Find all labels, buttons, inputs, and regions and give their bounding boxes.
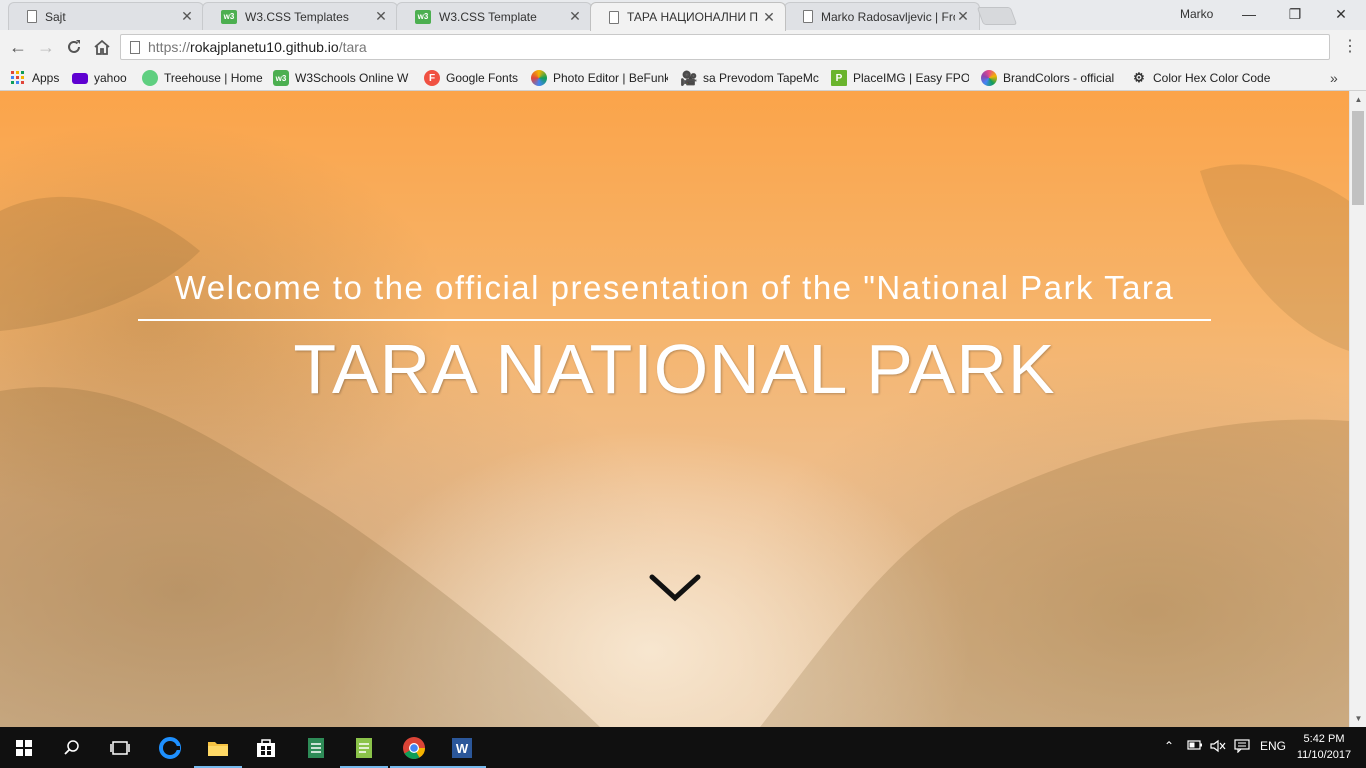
page-icon <box>27 10 37 23</box>
bookmark-label: W3Schools Online W <box>295 71 409 85</box>
url-scheme: https:// <box>148 39 191 55</box>
minimize-icon[interactable]: — <box>1226 4 1272 24</box>
color-picker-icon: ⚙ <box>1133 70 1145 85</box>
bookmark-label: PlaceIMG | Easy FPO <box>853 71 969 85</box>
close-icon[interactable]: ✕ <box>955 8 971 25</box>
browser-tab-strip: Sajt ✕ w3 W3.CSS Templates ✕ w3 W3.CSS T… <box>0 0 1366 31</box>
url-host: rokajplanetu10.github.io <box>190 39 339 55</box>
hero-title: TARA NATIONAL PARK <box>293 330 1056 408</box>
bookmark-label: BrandColors - official <box>1003 71 1115 85</box>
more-bookmarks-icon[interactable]: » <box>1330 70 1338 86</box>
page-scrollbar[interactable]: ▲ ▼ <box>1349 91 1366 727</box>
bookmark-tapemovie[interactable]: 🎥 sa Prevodom TapeMc <box>681 68 819 88</box>
tab-marko-radosavljevic[interactable]: Marko Radosavljevic | Fro ✕ <box>784 2 980 30</box>
profile-name[interactable]: Marko <box>1180 7 1213 21</box>
battery-icon[interactable] <box>1187 739 1203 754</box>
brandcolors-icon <box>981 70 997 86</box>
folder-icon[interactable] <box>194 727 242 768</box>
tab-sajt[interactable]: Sajt ✕ <box>8 2 204 30</box>
volume-muted-icon[interactable] <box>1210 739 1226 756</box>
close-icon[interactable]: ✕ <box>373 8 389 25</box>
browser-menu-icon[interactable]: ⋮ <box>1340 35 1360 59</box>
treehouse-icon <box>142 70 158 86</box>
tab-title: Marko Radosavljevic | Fro <box>821 9 955 24</box>
edge-icon[interactable] <box>146 727 194 768</box>
clock-date: 11/10/2017 <box>1296 749 1352 761</box>
close-icon[interactable]: ✕ <box>567 8 583 25</box>
scroll-down-icon[interactable]: ▼ <box>1350 710 1366 727</box>
bookmark-label: Apps <box>32 71 60 85</box>
yahoo-mail-icon <box>72 72 88 84</box>
url-path: /tara <box>338 39 367 55</box>
tab-w3css-templates[interactable]: w3 W3.CSS Templates ✕ <box>202 2 398 30</box>
bookmark-label: yahoo <box>94 71 127 85</box>
word-icon[interactable]: W <box>438 727 486 768</box>
google-fonts-icon: F <box>424 70 440 86</box>
store-icon[interactable] <box>242 727 290 768</box>
tab-title: W3.CSS Template <box>439 9 537 24</box>
bookmark-color-hex[interactable]: ⚙ Color Hex Color Code <box>1131 68 1271 88</box>
chrome-icon[interactable] <box>390 727 438 768</box>
forward-arrow-icon[interactable]: → <box>34 35 58 59</box>
bookmarks-bar: Apps yahoo Treehouse | Home w3 W3Schools… <box>0 64 1366 91</box>
bookmark-placeimg[interactable]: P PlaceIMG | Easy FPO <box>831 68 969 88</box>
bookmark-brandcolors[interactable]: BrandColors - official <box>981 68 1117 88</box>
bookmark-apps[interactable]: Apps <box>10 68 59 88</box>
input-language[interactable]: ENG <box>1260 739 1286 753</box>
bookmark-yahoo[interactable]: yahoo <box>72 68 127 88</box>
hero-subtitle: Welcome to the official presentation of … <box>138 269 1211 321</box>
notepad-icon[interactable] <box>292 727 340 768</box>
close-icon[interactable]: ✕ <box>761 9 777 26</box>
bookmark-label: Google Fonts <box>446 71 519 85</box>
tab-title: W3.CSS Templates <box>245 9 349 24</box>
placeimg-icon: P <box>831 70 847 86</box>
tab-tara-active[interactable]: ТАРА НАЦИОНАЛНИ П ✕ <box>590 2 786 31</box>
bookmark-google-fonts[interactable]: F Google Fonts <box>424 68 518 88</box>
tab-title: ТАРА НАЦИОНАЛНИ П <box>627 10 759 24</box>
action-center-icon[interactable] <box>1234 739 1250 756</box>
landscape-background <box>0 164 1349 727</box>
tab-title: Sajt <box>45 9 66 24</box>
browser-toolbar: ← → https:// rokajplanetu10.github.io /t… <box>0 30 1366 64</box>
back-arrow-icon[interactable]: ← <box>6 35 30 59</box>
scrollbar-thumb[interactable] <box>1352 111 1364 205</box>
page-icon <box>609 10 619 24</box>
tab-w3css-template[interactable]: w3 W3.CSS Template ✕ <box>396 2 592 30</box>
search-icon[interactable] <box>48 727 96 768</box>
windows-taskbar: W ⌃ ENG 5:42 PM 11/10/2017 <box>0 727 1366 768</box>
w3schools-icon: w3 <box>415 9 431 24</box>
address-bar[interactable]: https:// rokajplanetu10.github.io /tara <box>120 34 1330 60</box>
scroll-up-icon[interactable]: ▲ <box>1350 91 1366 108</box>
home-icon[interactable] <box>90 35 114 59</box>
hero-section: Welcome to the official presentation of … <box>0 91 1349 727</box>
befunky-icon <box>531 70 547 86</box>
bookmark-w3schools[interactable]: w3 W3Schools Online W <box>273 68 411 88</box>
w3schools-icon: w3 <box>273 70 289 86</box>
task-view-icon[interactable] <box>96 727 144 768</box>
window-close-icon[interactable]: ✕ <box>1318 4 1364 24</box>
bookmark-label: sa Prevodom TapeMc <box>703 71 819 85</box>
close-icon[interactable]: ✕ <box>179 8 195 25</box>
bookmark-treehouse[interactable]: Treehouse | Home <box>142 68 263 88</box>
bookmark-label: Photo Editor | BeFunk <box>553 71 668 85</box>
restore-icon[interactable]: ❐ <box>1272 4 1318 24</box>
w3schools-icon: w3 <box>221 9 237 24</box>
page-viewport: Welcome to the official presentation of … <box>0 91 1349 727</box>
reload-icon[interactable] <box>62 35 86 59</box>
new-tab-button[interactable] <box>976 7 1018 25</box>
film-camera-icon: 🎥 <box>681 69 698 86</box>
bookmark-label: Treehouse | Home <box>164 71 263 85</box>
windows-start-icon[interactable] <box>0 727 48 768</box>
show-hidden-icons-icon[interactable]: ⌃ <box>1164 739 1174 753</box>
page-icon <box>803 10 813 23</box>
editor-icon[interactable] <box>340 727 388 768</box>
clock-time: 5:42 PM <box>1303 733 1345 745</box>
system-clock[interactable]: 5:42 PM 11/10/2017 <box>1292 731 1356 763</box>
apps-grid-icon <box>10 70 26 86</box>
svg-text:W: W <box>456 741 469 756</box>
bookmark-label: Color Hex Color Code <box>1153 71 1271 85</box>
bookmark-befunky[interactable]: Photo Editor | BeFunk <box>531 68 668 88</box>
page-info-icon[interactable] <box>130 40 140 54</box>
chevron-down-icon[interactable] <box>648 571 702 605</box>
